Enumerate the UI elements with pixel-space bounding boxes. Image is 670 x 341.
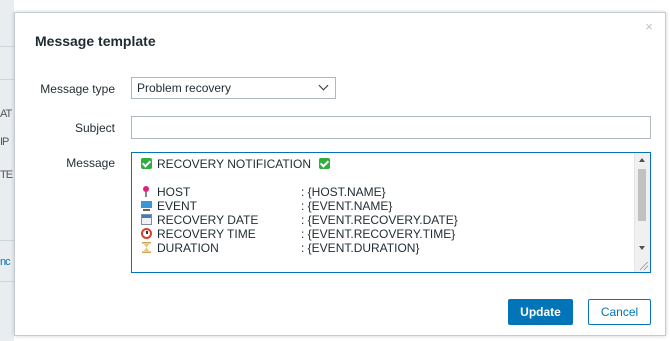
- calendar-icon: [141, 214, 152, 225]
- chevron-down-icon: [318, 80, 329, 91]
- message-line-value: : {EVENT.RECOVERY.TIME}: [301, 227, 456, 241]
- message-line-value: : {EVENT.RECOVERY.DATE}: [301, 213, 458, 227]
- scroll-up-arrow-icon[interactable]: [639, 158, 645, 162]
- message-line-key: HOST: [157, 185, 191, 199]
- message-line: EVENT : {EVENT.NAME}: [141, 199, 630, 213]
- update-button[interactable]: Update: [508, 299, 573, 325]
- message-line: HOST : {HOST.NAME}: [141, 185, 630, 199]
- message-content: RECOVERY NOTIFICATION HOST : {HOST.NAME}…: [141, 157, 630, 255]
- message-type-select[interactable]: Problem recovery: [131, 77, 336, 99]
- message-type-value: Problem recovery: [137, 81, 232, 95]
- message-scrollbar[interactable]: [634, 153, 650, 272]
- message-header-text: RECOVERY NOTIFICATION: [157, 157, 312, 171]
- background-text-fragment: TE: [0, 169, 13, 181]
- scrollbar-thumb[interactable]: [638, 169, 646, 221]
- message-line-key: EVENT: [157, 199, 198, 213]
- background-text-fragment: IP: [0, 136, 9, 148]
- cancel-button[interactable]: Cancel: [588, 299, 651, 325]
- message-label: Message: [66, 156, 115, 170]
- message-line: DURATION : {EVENT.DURATION}: [141, 241, 630, 255]
- message-line-value: : {HOST.NAME}: [301, 185, 386, 199]
- background-divider: [0, 46, 14, 47]
- background-link-fragment[interactable]: nc: [0, 256, 14, 268]
- hourglass-icon: [141, 242, 152, 253]
- pin-icon: [141, 186, 152, 197]
- background-text-fragment: AT: [0, 108, 12, 120]
- subject-input[interactable]: [131, 116, 651, 139]
- message-line: RECOVERY DATE : {EVENT.RECOVERY.DATE}: [141, 213, 630, 227]
- message-template-dialog: Message template × Message type Problem …: [14, 12, 666, 336]
- resize-grip-icon[interactable]: [640, 262, 648, 270]
- check-mark-icon: [141, 158, 152, 169]
- scroll-down-arrow-icon[interactable]: [639, 246, 645, 250]
- message-type-label: Message type: [40, 82, 115, 96]
- background-divider: [0, 240, 14, 241]
- computer-icon: [141, 200, 152, 211]
- message-line-key: RECOVERY TIME: [157, 227, 256, 241]
- alarm-clock-icon: [141, 228, 152, 239]
- message-line-value: : {EVENT.DURATION}: [301, 241, 420, 255]
- dialog-title: Message template: [35, 33, 156, 49]
- subject-label: Subject: [74, 121, 115, 135]
- message-line-key: DURATION: [157, 241, 219, 255]
- message-textarea[interactable]: RECOVERY NOTIFICATION HOST : {HOST.NAME}…: [131, 152, 651, 273]
- close-icon[interactable]: ×: [643, 20, 655, 33]
- message-header-line: RECOVERY NOTIFICATION: [141, 157, 630, 171]
- message-line-key: RECOVERY DATE: [157, 213, 259, 227]
- message-line: RECOVERY TIME : {EVENT.RECOVERY.TIME}: [141, 227, 630, 241]
- background-divider: [0, 281, 14, 282]
- message-line-value: : {EVENT.NAME}: [301, 199, 393, 213]
- check-mark-icon: [319, 158, 331, 169]
- background-divider: [0, 79, 14, 80]
